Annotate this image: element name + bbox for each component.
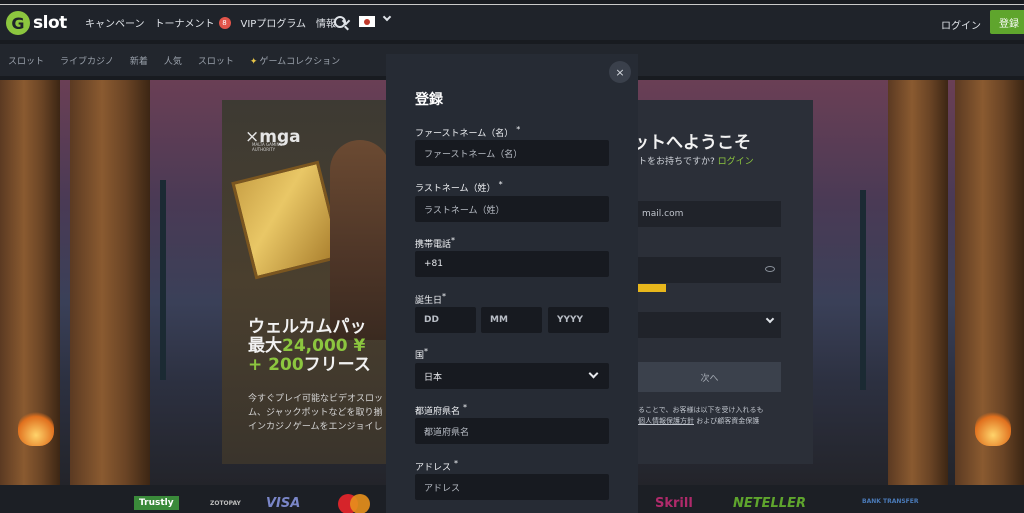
country-select[interactable]: 日本 xyxy=(415,363,609,389)
skrill-logo: Skrill xyxy=(655,496,693,511)
have-account-text: トをお持ちですか? ログイン xyxy=(638,157,754,167)
login-welcome-title: ットへようこそ xyxy=(632,133,751,153)
pillar-decoration xyxy=(70,80,150,485)
register-button[interactable]: 登録 xyxy=(990,10,1024,34)
bank-transfer-logo: BANK TRANSFER xyxy=(862,498,919,505)
pillar-decoration xyxy=(888,80,948,485)
next-button[interactable]: 次へ xyxy=(638,362,781,392)
trustly-logo: Trustly xyxy=(134,496,179,510)
prefecture-label: 都道府県名 * xyxy=(415,403,468,417)
last-name-input[interactable]: ラストネーム（姓） xyxy=(415,196,609,222)
category-live-casino[interactable]: ライブカジノ xyxy=(60,54,114,67)
palm-tree xyxy=(860,190,866,390)
category-slots-2[interactable]: スロット xyxy=(198,54,234,67)
nav-campaigns[interactable]: キャンペーン xyxy=(85,15,145,30)
phone-label: 携帯電話* xyxy=(415,236,456,250)
top-navigation-bar: G slot キャンペーン トーナメント 8 VIPプログラム 情報 ログイン 登… xyxy=(0,4,1024,40)
category-popular[interactable]: 人気 xyxy=(164,54,182,67)
torch-fire xyxy=(18,410,54,446)
nav-tournaments[interactable]: トーナメント 8 xyxy=(155,15,231,30)
close-icon: × xyxy=(615,65,625,79)
last-name-label: ラストネーム（姓） * xyxy=(415,180,503,194)
category-slots[interactable]: スロット xyxy=(8,54,44,67)
first-name-label: ファーストネーム（名） * xyxy=(415,125,521,139)
privacy-policy-link[interactable]: 個人情報保護方針 xyxy=(638,417,694,425)
chevron-down-icon xyxy=(765,314,775,324)
page: ×mga MALTA GAMING AUTHORITY ウェルカムパッ 最大24… xyxy=(0,0,1024,513)
dob-day-input[interactable]: DD xyxy=(415,307,476,333)
address-input[interactable]: アドレス xyxy=(415,474,609,500)
first-name-input[interactable]: ファーストネーム（名） xyxy=(415,140,609,166)
promo-character-image xyxy=(330,140,390,340)
login-button[interactable]: ログイン xyxy=(941,17,981,32)
main-nav: キャンペーン トーナメント 8 VIPプログラム 情報 xyxy=(85,15,351,30)
close-button[interactable]: × xyxy=(609,61,631,83)
promo-description: 今すぐプレイ可能なビデオスロッ ム、ジャックポットなどを取り揃 インカジノゲーム… xyxy=(248,394,384,432)
neteller-logo: NETELLER xyxy=(733,496,806,511)
japan-flag-icon[interactable] xyxy=(359,16,375,27)
palm-tree xyxy=(160,180,166,380)
nav-vip-program[interactable]: VIPプログラム xyxy=(241,15,307,30)
country-label: 国* xyxy=(415,347,429,361)
login-select[interactable] xyxy=(638,312,781,338)
torch-fire xyxy=(975,410,1011,446)
dob-label: 誕生日* xyxy=(415,292,447,306)
tournament-count-badge: 8 xyxy=(218,16,231,29)
modal-title: 登録 xyxy=(415,92,443,108)
category-game-collection[interactable]: ✦ ゲームコレクション xyxy=(250,54,340,67)
phone-input[interactable]: +81 xyxy=(415,251,609,277)
password-strength-bar xyxy=(638,284,666,292)
chevron-down-icon xyxy=(588,368,599,379)
gslot-logo[interactable]: G slot xyxy=(6,11,67,35)
mga-subtitle: MALTA GAMING AUTHORITY xyxy=(252,142,283,152)
address-label: アドレス * xyxy=(415,459,459,473)
zotopay-logo: ZOTOPAY xyxy=(210,500,241,507)
prefecture-input[interactable]: 都道府県名 xyxy=(415,418,609,444)
chevron-down-icon[interactable] xyxy=(382,12,392,22)
mastercard-logo xyxy=(338,494,370,513)
registration-modal xyxy=(386,54,638,513)
eye-icon[interactable] xyxy=(765,266,775,272)
sparkle-icon: ✦ xyxy=(249,56,258,67)
logo-wordmark: slot xyxy=(33,13,67,33)
dob-year-input[interactable]: YYYY xyxy=(548,307,609,333)
visa-logo: VISA xyxy=(266,496,301,511)
category-new[interactable]: 新着 xyxy=(130,54,148,67)
terms-text: ることで、お客様は以下を受け入れるも 個人情報保護方針 および顧客資金保護 xyxy=(638,406,764,425)
email-field[interactable]: mail.com xyxy=(638,201,781,227)
logo-mark: G xyxy=(6,11,30,35)
dob-month-input[interactable]: MM xyxy=(481,307,542,333)
search-icon[interactable] xyxy=(334,16,346,28)
login-link[interactable]: ログイン xyxy=(718,157,754,167)
promo-title: ウェルカムパッ 最大24,000 ¥ + 200フリース xyxy=(248,317,371,375)
password-field[interactable] xyxy=(638,257,781,283)
